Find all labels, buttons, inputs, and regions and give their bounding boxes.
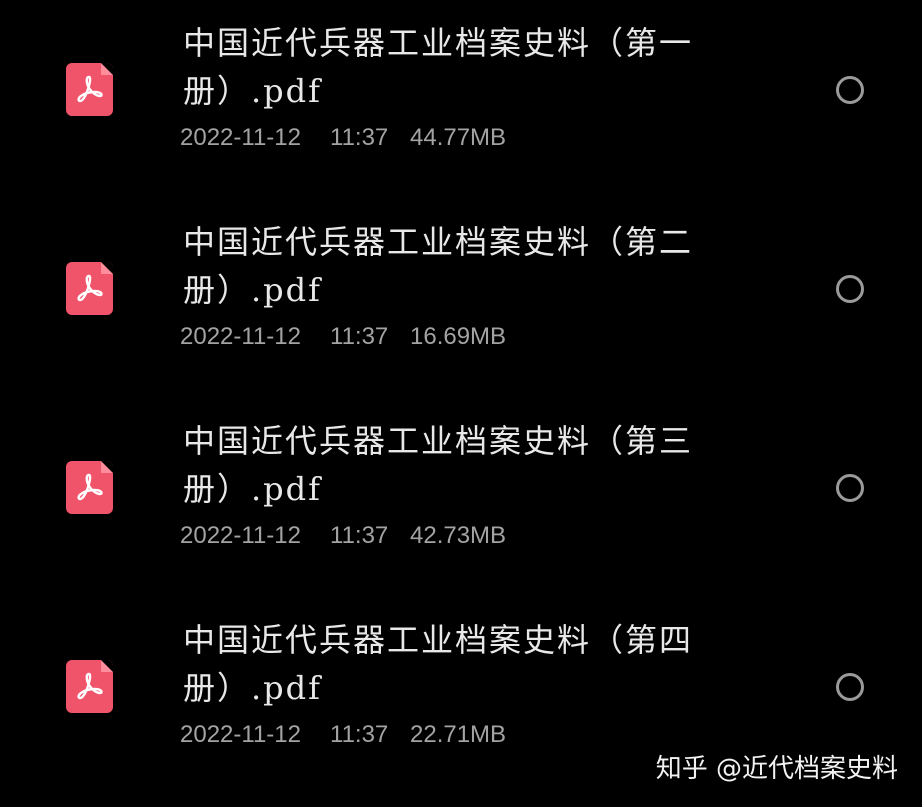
file-row[interactable]: 中国近代兵器工业档案史料（第二册）.pdf 2022-11-12 11:37 16.… bbox=[0, 199, 922, 398]
file-time: 11:37 bbox=[330, 522, 389, 549]
zhihu-watermark: 知乎 @近代档案史料 bbox=[655, 754, 898, 784]
file-date: 2022-11-12 bbox=[180, 124, 301, 151]
acrobat-icon bbox=[77, 473, 103, 501]
file-size: 22.71MB bbox=[410, 721, 507, 748]
file-size: 16.69MB bbox=[410, 323, 507, 350]
file-meta: 2022-11-12 11:37 16.69MB bbox=[180, 322, 506, 352]
file-name: 中国近代兵器工业档案史料（第二册）.pdf bbox=[183, 223, 694, 309]
file-time: 11:37 bbox=[330, 721, 389, 748]
file-time: 11:37 bbox=[330, 323, 389, 350]
file-size: 42.73MB bbox=[410, 522, 507, 549]
select-radio-button[interactable] bbox=[836, 76, 864, 104]
file-name: 中国近代兵器工业档案史料（第三册）.pdf bbox=[183, 422, 694, 508]
file-date: 2022-11-12 bbox=[180, 522, 301, 549]
file-row[interactable]: 中国近代兵器工业档案史料（第三册）.pdf 2022-11-12 11:37 42.… bbox=[0, 398, 922, 597]
pdf-file-icon bbox=[66, 461, 113, 514]
file-list: 中国近代兵器工业档案史料（第一册）.pdf 2022-11-12 11:37 44.… bbox=[0, 0, 922, 807]
file-meta: 2022-11-12 11:37 22.71MB bbox=[180, 720, 506, 750]
file-meta: 2022-11-12 11:37 44.77MB bbox=[180, 123, 506, 153]
acrobat-icon bbox=[77, 75, 103, 103]
file-meta: 2022-11-12 11:37 42.73MB bbox=[180, 521, 506, 551]
file-name: 中国近代兵器工业档案史料（第一册）.pdf bbox=[183, 24, 694, 110]
pdf-file-icon bbox=[66, 262, 113, 315]
file-name: 中国近代兵器工业档案史料（第四册）.pdf bbox=[183, 621, 694, 707]
file-row[interactable]: 中国近代兵器工业档案史料（第一册）.pdf 2022-11-12 11:37 44.… bbox=[0, 0, 922, 199]
select-radio-button[interactable] bbox=[836, 474, 864, 502]
select-radio-button[interactable] bbox=[836, 275, 864, 303]
file-size: 44.77MB bbox=[410, 124, 507, 151]
acrobat-icon bbox=[77, 672, 103, 700]
pdf-file-icon bbox=[66, 660, 113, 713]
select-radio-button[interactable] bbox=[836, 673, 864, 701]
file-date: 2022-11-12 bbox=[180, 721, 301, 748]
file-date: 2022-11-12 bbox=[180, 323, 301, 350]
pdf-file-icon bbox=[66, 63, 113, 116]
file-time: 11:37 bbox=[330, 124, 389, 151]
acrobat-icon bbox=[77, 274, 103, 302]
